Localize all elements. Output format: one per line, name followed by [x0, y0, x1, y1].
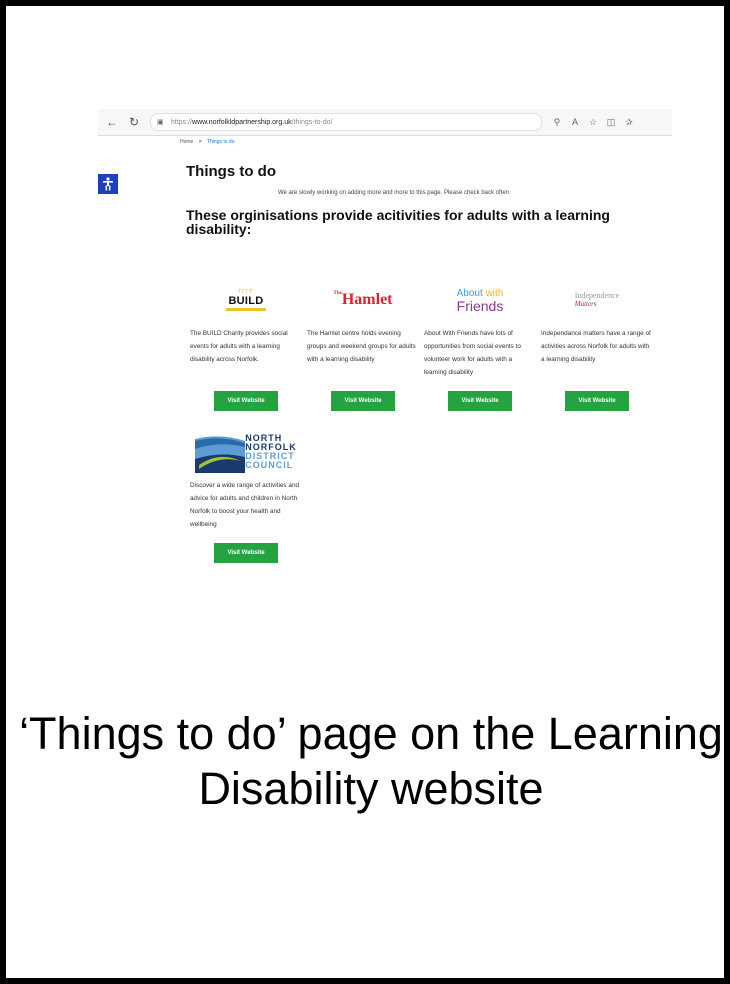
browser-tools: ⚲ A ☆ ◫ ✰ — [548, 117, 638, 128]
breadcrumb-home[interactable]: Home — [180, 139, 193, 145]
hamlet-logo-word: Hamlet — [341, 290, 393, 308]
reload-icon[interactable]: ↻ — [126, 114, 142, 130]
card-description: The Hamlet centre holds evening groups a… — [307, 330, 416, 363]
zoom-icon[interactable]: ⚲ — [548, 117, 566, 128]
visit-website-button[interactable]: Visit Website — [448, 391, 512, 411]
visit-website-button[interactable]: Visit Website — [331, 391, 395, 411]
breadcrumb-separator: > — [198, 139, 202, 145]
visit-website-button[interactable]: Visit Website — [565, 391, 629, 411]
card-description: About With Friends have lots of opportun… — [424, 330, 521, 376]
browser-toolbar: ← ↻ ▣ https:// www.norfolkldpartnership.… — [98, 109, 672, 136]
awf-logo-with: with — [485, 287, 504, 299]
im-logo-line1: Independence — [574, 290, 620, 300]
favorite-star-icon[interactable]: ☆ — [584, 117, 602, 128]
org-card-hamlet: TheHamlet The Hamlet centre holds evenin… — [307, 272, 419, 411]
page-title: Things to do — [186, 163, 276, 180]
favorites-icon[interactable]: ✰ — [620, 117, 638, 128]
nndc-logo: NORTH NORFOLK DISTRICT COUNCIL — [190, 424, 302, 479]
card-description: The BUILD Charity provides social events… — [190, 330, 288, 363]
build-logo-word: BUILD — [228, 294, 264, 307]
url-protocol: https:// — [171, 118, 193, 126]
accessibility-icon — [103, 177, 113, 191]
visit-website-button[interactable]: Visit Website — [214, 391, 278, 411]
org-card-nndc: NORTH NORFOLK DISTRICT COUNCIL Discover … — [190, 424, 302, 563]
card-description: Independance matters have a range of act… — [541, 330, 651, 363]
card-description: Discover a wide range of activities and … — [190, 482, 300, 528]
nndc-word-council: COUNCIL — [245, 459, 294, 470]
im-logo-line2: Matters — [574, 299, 597, 308]
browser-screenshot: ← ↻ ▣ https:// www.norfolkldpartnership.… — [98, 109, 672, 569]
build-logo: ΓΓΓΓ BUILD — [190, 272, 302, 327]
split-screen-icon[interactable]: ◫ — [602, 117, 620, 128]
url-path: /things-to-do/ — [291, 118, 333, 126]
page-notice: We are slowly working on adding more and… — [278, 190, 510, 196]
awf-logo-friends: Friends — [456, 297, 504, 314]
org-card-build: ΓΓΓΓ BUILD The BUILD Charity provides so… — [190, 272, 302, 411]
breadcrumb-current: Things to do — [206, 139, 235, 145]
about-with-friends-logo: About with Friends — [424, 272, 536, 327]
visit-website-button[interactable]: Visit Website — [214, 543, 278, 563]
org-card-independence-matters: Independence Matters Independance matter… — [541, 272, 653, 411]
org-card-about-with-friends: About with Friends About With Friends ha… — [424, 272, 536, 411]
read-aloud-icon[interactable]: A — [566, 117, 584, 128]
independence-matters-logo: Independence Matters — [541, 272, 653, 327]
page-subheading: These orginisations provide acitivities … — [186, 207, 610, 237]
slide-caption: ‘Things to do’ page on the Learning Disa… — [19, 708, 723, 814]
awf-logo-about: About — [456, 287, 486, 299]
nndc-landscape-icon — [195, 430, 246, 473]
build-logo-bar — [226, 307, 266, 311]
breadcrumb: Home > Things to do — [180, 139, 235, 145]
hamlet-logo: TheHamlet — [307, 272, 419, 327]
address-bar[interactable]: ▣ https:// www.norfolkldpartnership.org.… — [150, 113, 542, 131]
hamlet-logo-the: The — [333, 290, 342, 296]
back-arrow-icon[interactable]: ← — [104, 114, 120, 130]
slide-frame: ← ↻ ▣ https:// www.norfolkldpartnership.… — [0, 0, 730, 984]
accessibility-button[interactable] — [98, 174, 118, 194]
lock-icon: ▣ — [157, 119, 164, 126]
url-domain: www.norfolkldpartnership.org.uk — [192, 118, 292, 126]
